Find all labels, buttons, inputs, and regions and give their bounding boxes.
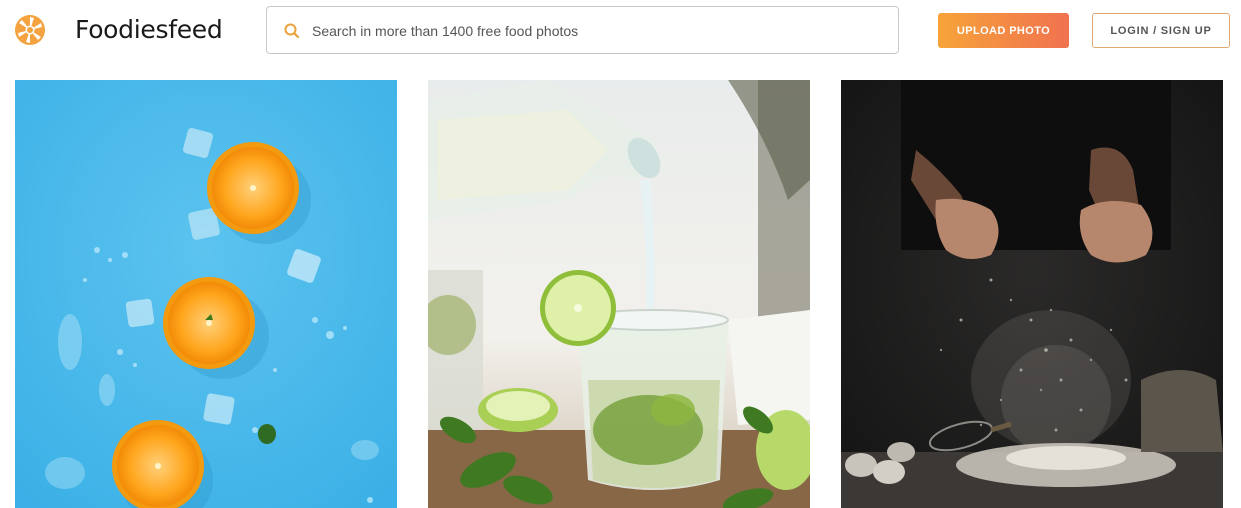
photo-card-mojito[interactable] xyxy=(428,80,810,508)
search-bar[interactable] xyxy=(266,6,899,54)
aperture-logo-icon[interactable] xyxy=(14,14,46,46)
photo-card-oranges[interactable] xyxy=(15,80,397,508)
login-signup-button[interactable]: LOGIN / SIGN UP xyxy=(1092,13,1230,48)
upload-photo-button[interactable]: UPLOAD PHOTO xyxy=(938,13,1069,48)
site-header: Foodiesfeed UPLOAD PHOTO LOGIN / SIGN UP xyxy=(0,0,1241,72)
photo-card-flour[interactable] xyxy=(841,80,1223,508)
search-icon xyxy=(283,22,301,40)
mojito-image xyxy=(428,80,810,508)
search-input[interactable] xyxy=(312,19,872,43)
oranges-image xyxy=(15,80,397,508)
brand-name[interactable]: Foodiesfeed xyxy=(75,15,223,44)
flour-image xyxy=(841,80,1223,508)
